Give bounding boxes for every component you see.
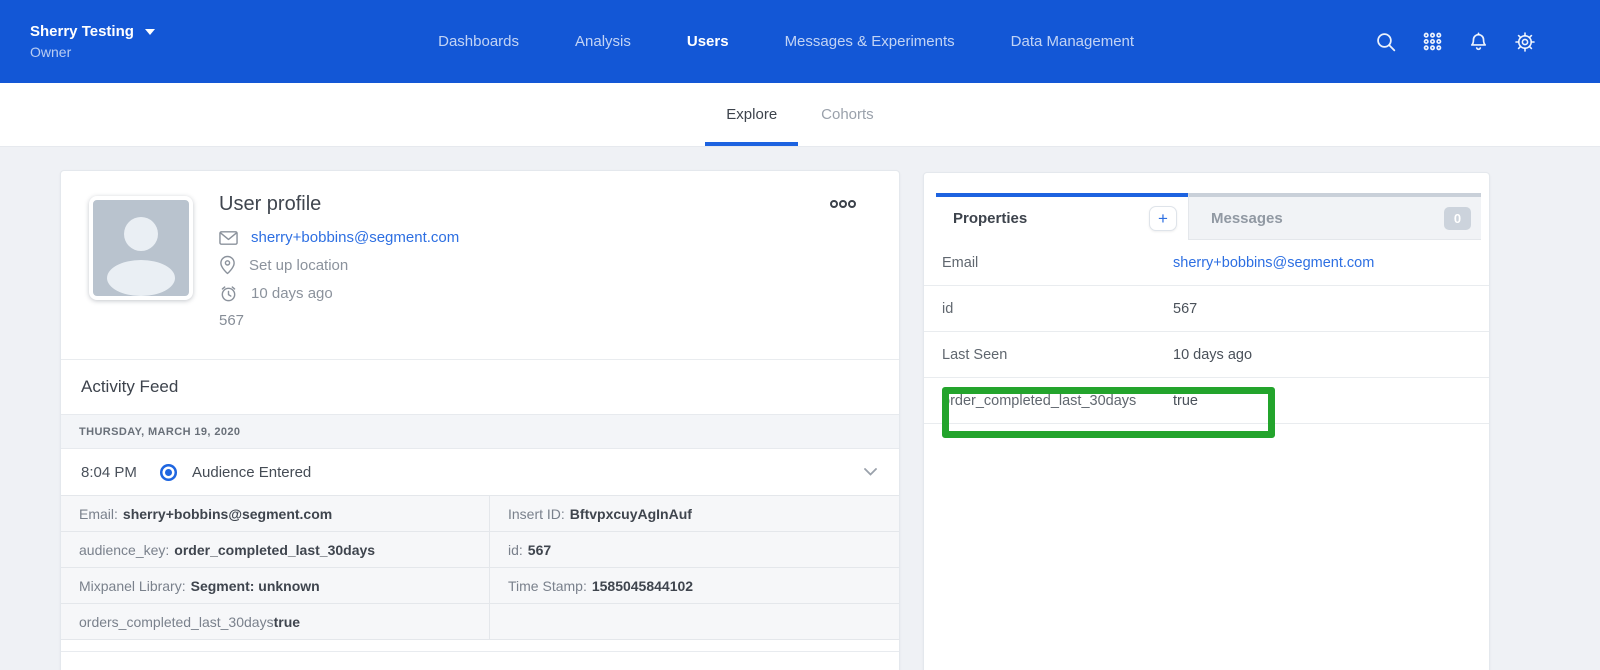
tab-properties[interactable]: Properties + (936, 193, 1188, 240)
properties-panel: Properties + Messages 0 Email sherry+bob… (923, 172, 1490, 670)
top-nav-bar: Sherry Testing Owner Dashboards Analysis… (0, 0, 1600, 83)
chevron-down-icon[interactable] (864, 468, 877, 476)
workspace-role: Owner (30, 44, 155, 60)
nav-item-analysis[interactable]: Analysis (575, 33, 631, 50)
apps-grid-icon[interactable] (1422, 31, 1443, 52)
property-row-email: Email sherry+bobbins@segment.com (924, 240, 1489, 286)
workspace-name: Sherry Testing (30, 23, 134, 40)
properties-messages-tabbar: Properties + Messages 0 (936, 193, 1481, 240)
detail-cell: Time Stamp:1585045844102 (490, 568, 899, 604)
profile-last-seen: 10 days ago (251, 285, 333, 302)
chevron-down-icon (145, 29, 155, 35)
envelope-icon (219, 230, 251, 246)
settings-gear-icon[interactable] (1514, 31, 1536, 53)
user-profile-card: User profile sherry+bobbins@segment.com … (60, 170, 900, 670)
nav-item-messages-experiments[interactable]: Messages & Experiments (785, 33, 955, 50)
profile-section: User profile sherry+bobbins@segment.com … (61, 171, 899, 360)
feed-bottom-divider (61, 640, 899, 652)
property-row-order-completed: order_completed_last_30days true (924, 378, 1489, 424)
property-row-last-seen: Last Seen 10 days ago (924, 332, 1489, 378)
event-time: 8:04 PM (81, 464, 153, 481)
detail-cell: Mixpanel Library:Segment: unknown (61, 568, 490, 604)
profile-user-id: 567 (219, 312, 899, 329)
header-icons (1375, 31, 1536, 53)
nav-item-dashboards[interactable]: Dashboards (438, 33, 519, 50)
page-title: User profile (219, 193, 899, 216)
profile-email-link[interactable]: sherry+bobbins@segment.com (251, 229, 459, 246)
detail-cell: Email:sherry+bobbins@segment.com (61, 496, 490, 532)
event-details-table: Email:sherry+bobbins@segment.com Insert … (61, 495, 899, 640)
main-nav: Dashboards Analysis Users Messages & Exp… (438, 0, 1134, 83)
detail-cell: Insert ID:BftvpxcuyAgInAuf (490, 496, 899, 532)
tab-explore[interactable]: Explore (704, 83, 799, 146)
event-target-dot-icon (165, 469, 172, 476)
tab-messages[interactable]: Messages 0 (1188, 193, 1481, 240)
activity-date-header: THURSDAY, MARCH 19, 2020 (61, 414, 899, 449)
activity-event-row[interactable]: 8:04 PM Audience Entered (61, 449, 899, 495)
explore-cohorts-tabbar: Explore Cohorts (0, 83, 1600, 147)
notifications-bell-icon[interactable] (1468, 31, 1489, 52)
profile-location[interactable]: Set up location (249, 257, 348, 274)
ellipsis-menu-icon[interactable] (829, 199, 857, 209)
search-icon[interactable] (1375, 31, 1397, 53)
detail-cell: audience_key:order_completed_last_30days (61, 532, 490, 568)
detail-cell: orders_completed_last_30daystrue (61, 604, 490, 640)
clock-icon (219, 284, 251, 303)
property-row-id: id 567 (924, 286, 1489, 332)
workspace-switcher[interactable]: Sherry Testing Owner (30, 23, 155, 60)
detail-cell (490, 604, 899, 640)
property-email-link[interactable]: sherry+bobbins@segment.com (1173, 255, 1374, 271)
avatar (89, 196, 193, 300)
messages-count-badge: 0 (1444, 207, 1471, 230)
nav-item-users[interactable]: Users (687, 33, 729, 50)
tab-cohorts[interactable]: Cohorts (799, 83, 896, 146)
location-pin-icon (219, 255, 249, 275)
event-name: Audience Entered (192, 464, 311, 481)
detail-cell: id:567 (490, 532, 899, 568)
activity-feed-title: Activity Feed (61, 360, 899, 414)
add-property-button[interactable]: + (1149, 206, 1177, 231)
nav-item-data-management[interactable]: Data Management (1011, 33, 1134, 50)
